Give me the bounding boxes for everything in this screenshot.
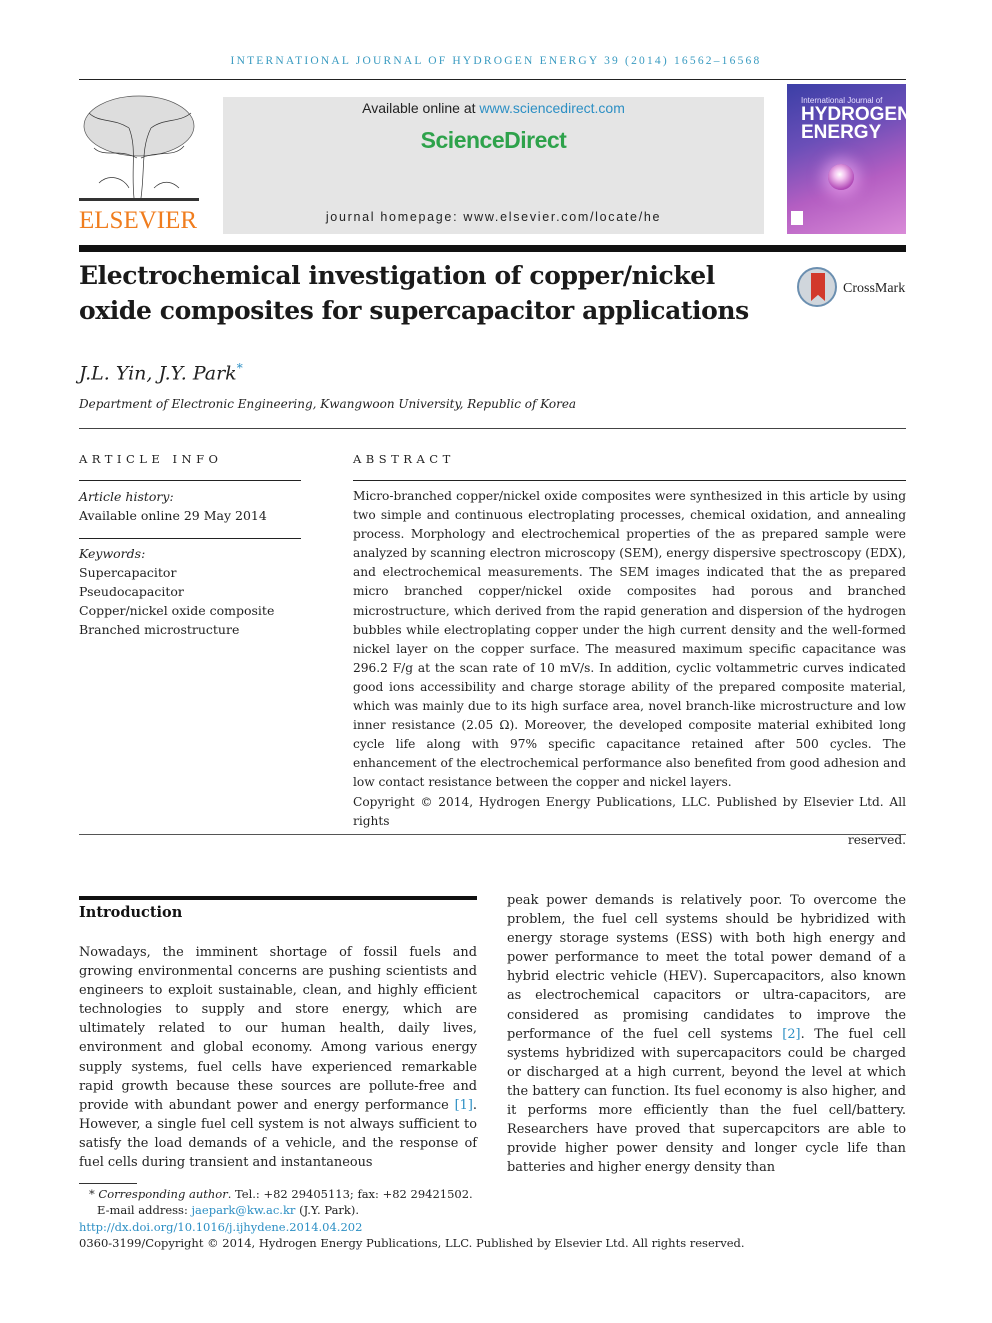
keywords: Keywords: Supercapacitor Pseudocapacitor…	[79, 544, 304, 639]
bookmark-ribbon-icon	[811, 273, 825, 301]
publisher-mini-logo	[791, 211, 803, 225]
sciencedirect-link[interactable]: www.sciencedirect.com	[479, 100, 625, 116]
running-head: INTERNATIONAL JOURNAL OF HYDROGEN ENERGY…	[230, 55, 762, 67]
footnote-divider	[79, 1183, 137, 1184]
journal-cover[interactable]: International Journal of HYDROGEN ENERGY	[787, 84, 906, 234]
article-title: Electrochemical investigation of copper/…	[79, 261, 749, 325]
divider	[79, 480, 301, 481]
elsevier-tree-icon	[79, 95, 199, 201]
divider	[79, 538, 301, 539]
authors: J.L. Yin, J.Y. Park*	[79, 361, 243, 385]
doi-link[interactable]: http://dx.doi.org/10.1016/j.ijhydene.201…	[79, 1219, 879, 1235]
email-link[interactable]: jaepark@kw.ac.kr	[191, 1203, 295, 1217]
cover-orb-graphic	[828, 164, 854, 190]
keyword: Branched microstructure	[79, 622, 240, 637]
elsevier-wordmark: ELSEVIER	[79, 207, 198, 234]
keyword: Copper/nickel oxide composite	[79, 603, 275, 618]
available-online: Available online at www.sciencedirect.co…	[362, 100, 625, 116]
elsevier-logo[interactable]: ELSEVIER	[79, 88, 201, 236]
sciencedirect-logo[interactable]: ScienceDirect	[223, 127, 764, 154]
crossmark-button[interactable]: CrossMark	[797, 267, 909, 311]
keyword: Supercapacitor	[79, 565, 177, 580]
article-history: Article history: Available online 29 May…	[79, 489, 267, 523]
sciencedirect-banner: Available online at www.sciencedirect.co…	[223, 97, 764, 234]
corresponding-author-note: * Corresponding author. Tel.: +82 294051…	[89, 1187, 473, 1201]
abstract-body: Micro-branched copper/nickel oxide compo…	[353, 489, 906, 847]
affiliation: Department of Electronic Engineering, Kw…	[79, 397, 577, 411]
section-divider	[79, 896, 477, 900]
email-note: E-mail address: jaepark@kw.ac.kr (J.Y. P…	[97, 1203, 360, 1218]
top-divider	[79, 79, 906, 80]
journal-homepage[interactable]: journal homepage: www.elsevier.com/locat…	[223, 210, 764, 224]
crossmark-icon	[797, 267, 837, 307]
article-info-heading: ARTICLE INFO	[79, 452, 223, 466]
header-divider	[79, 245, 906, 252]
abstract-copyright: Copyright © 2014, Hydrogen Energy Public…	[353, 794, 906, 828]
section-heading-introduction: Introduction	[79, 904, 183, 921]
body-column-right: peak power demands is relatively poor. T…	[507, 893, 906, 1176]
issn-copyright: 0360-3199/Copyright © 2014, Hydrogen Ene…	[79, 1235, 745, 1250]
crossmark-label: CrossMark	[843, 281, 906, 296]
divider	[79, 428, 906, 429]
citation-link[interactable]: [2]	[782, 1027, 800, 1042]
abstract-heading: ABSTRACT	[353, 452, 455, 466]
cover-title: HYDROGEN ENERGY	[801, 104, 906, 143]
divider	[353, 480, 906, 481]
footnotes: * Corresponding author. Tel.: +82 294051…	[79, 1186, 879, 1251]
citation-link[interactable]: [1]	[455, 1098, 473, 1113]
body-column-left: Nowadays, the imminent shortage of fossi…	[79, 945, 477, 1171]
keyword: Pseudocapacitor	[79, 584, 184, 599]
abstract-text: Micro-branched copper/nickel oxide compo…	[353, 489, 906, 790]
corresponding-author-link[interactable]: *	[237, 361, 243, 375]
divider	[79, 834, 906, 835]
